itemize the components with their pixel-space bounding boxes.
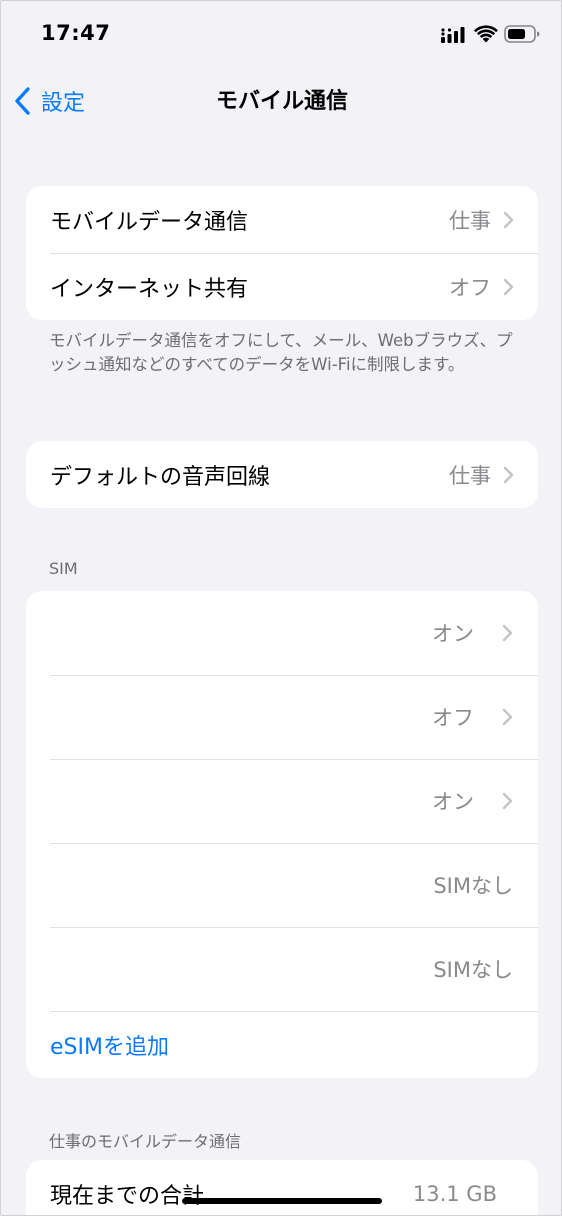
sim-row[interactable]: オフ xyxy=(26,675,538,759)
sim-row: SIMなし xyxy=(26,843,538,927)
row-value: オン xyxy=(432,622,474,646)
mobile-data-footer: モバイルデータ通信をオフにして、メール、Webブラウズ、プッシュ通知などのすべて… xyxy=(49,331,513,374)
sim-row[interactable]: オン xyxy=(26,759,538,843)
row-value: オフ xyxy=(449,275,491,300)
sim-section-header: SIM xyxy=(49,559,78,578)
mobile-data-group: モバイルデータ通信 仕事 インターネット共有 オフ xyxy=(26,186,538,320)
usage-group: 現在までの合計 13.1 GB xyxy=(26,1160,538,1215)
row-value: オフ xyxy=(432,706,474,730)
home-indicator xyxy=(182,1198,382,1204)
chevron-right-icon xyxy=(503,466,514,483)
sim-group: オン オフ オン SIMなし SIMなし eSIMを追加 xyxy=(26,591,538,1078)
sim-row: SIMなし xyxy=(26,927,538,1011)
row-value: 13.1 GB xyxy=(412,1181,497,1206)
default-voice-group: デフォルトの音声回線 仕事 xyxy=(26,441,538,508)
chevron-right-icon xyxy=(502,792,513,810)
row-label: モバイルデータ通信 xyxy=(50,209,249,235)
personal-hotspot-row[interactable]: インターネット共有 オフ xyxy=(26,253,538,320)
row-label: インターネット共有 xyxy=(50,276,249,302)
row-label: 現在までの合計 xyxy=(50,1183,205,1209)
add-esim-label: eSIMを追加 xyxy=(50,1034,169,1060)
row-value: オン xyxy=(432,790,474,814)
row-value: SIMなし xyxy=(433,958,513,982)
mobile-data-row[interactable]: モバイルデータ通信 仕事 xyxy=(26,186,538,253)
sim-row[interactable]: オン xyxy=(26,591,538,675)
row-value: 仕事 xyxy=(449,208,491,233)
page-title: モバイル通信 xyxy=(215,89,348,114)
chevron-right-icon xyxy=(502,708,513,726)
chevron-right-icon xyxy=(503,278,514,295)
battery-icon xyxy=(504,25,540,43)
row-label: デフォルトの音声回線 xyxy=(50,464,271,490)
signal-bars-icon xyxy=(441,27,465,43)
row-value: SIMなし xyxy=(433,874,513,898)
current-period-row: 現在までの合計 13.1 GB xyxy=(26,1160,538,1215)
wifi-icon xyxy=(474,25,498,43)
add-esim-button[interactable]: eSIMを追加 xyxy=(26,1011,538,1078)
screen: 17:47 設定 モバイル通信 モバイルデータ通信 仕事 インターネット共有 オ… xyxy=(0,0,562,1216)
status-time: 17:47 xyxy=(41,21,111,45)
chevron-right-icon xyxy=(502,624,513,642)
usage-section-header: 仕事のモバイルデータ通信 xyxy=(49,1132,242,1151)
row-value: 仕事 xyxy=(449,463,491,488)
chevron-right-icon xyxy=(503,211,514,228)
default-voice-line-row[interactable]: デフォルトの音声回線 仕事 xyxy=(26,441,538,508)
